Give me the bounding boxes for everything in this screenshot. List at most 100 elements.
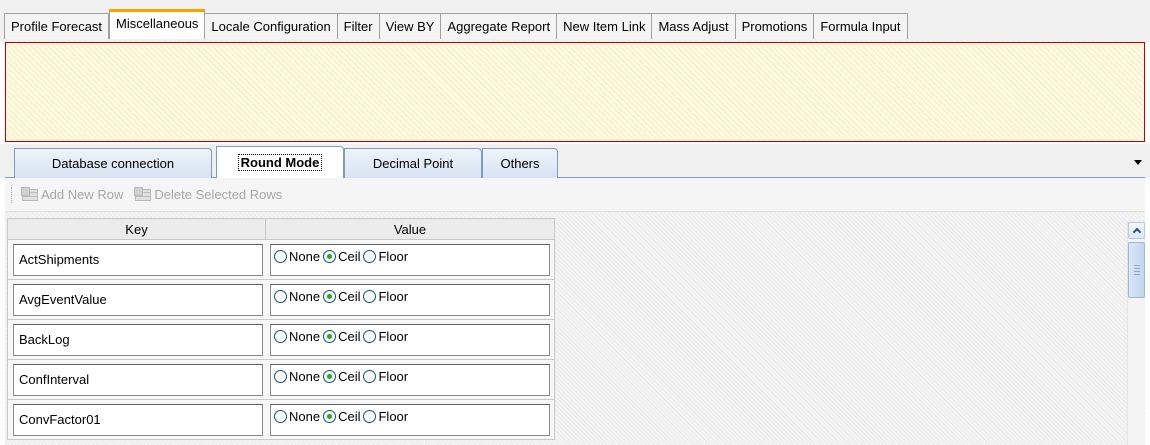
key-field[interactable]: BackLog [13, 323, 263, 356]
radio-none[interactable]: None [274, 369, 320, 384]
round-mode-radio-group: None Ceil Floor [270, 403, 550, 436]
radio-label: Ceil [338, 248, 361, 264]
delete-row-icon [134, 186, 152, 201]
column-header-value[interactable]: Value [266, 219, 554, 239]
radio-floor[interactable]: Floor [363, 249, 408, 264]
radio-none[interactable]: None [274, 329, 320, 344]
radio-label: Floor [378, 408, 409, 424]
tab-miscellaneous[interactable]: Miscellaneous [109, 9, 206, 39]
table-row[interactable]: ActShipments None Ceil Floor [7, 240, 555, 280]
radio-none[interactable]: None [274, 289, 320, 304]
radio-button-icon [323, 249, 337, 263]
radio-floor[interactable]: Floor [363, 409, 408, 424]
tab-profile-forecast[interactable]: Profile Forecast [4, 13, 110, 39]
radio-ceil[interactable]: Ceil [323, 289, 360, 304]
tab-aggregate-report[interactable]: Aggregate Report [441, 13, 558, 39]
round-mode-radio-group: None Ceil Floor [270, 363, 550, 396]
radio-label: None [289, 328, 321, 344]
key-field[interactable]: AvgEventValue [13, 283, 263, 316]
grid-area: Key Value ActShipments None Ceil Floor AvgEv… [5, 212, 1145, 445]
tab-decimal-point-label: Decimal Point [372, 156, 454, 171]
radio-button-icon [274, 289, 287, 303]
radio-button-icon [323, 289, 337, 303]
radio-label: None [289, 288, 321, 304]
grid-toolbar: Add New Row Delete Selected Rows [5, 178, 1145, 212]
radio-button-icon [274, 409, 287, 423]
tab-promotions[interactable]: Promotions [735, 13, 815, 39]
tab-mass-adjust[interactable]: Mass Adjust [652, 13, 736, 39]
thumb-grip-icon [1134, 265, 1140, 275]
radio-button-icon [323, 329, 337, 343]
radio-ceil[interactable]: Ceil [323, 409, 360, 424]
radio-button-icon [363, 369, 377, 383]
radio-label: None [289, 368, 321, 384]
radio-button-icon [363, 249, 377, 263]
round-mode-grid: Key Value ActShipments None Ceil Floor AvgEv… [7, 218, 555, 440]
tab-filter[interactable]: Filter [337, 13, 380, 39]
table-row[interactable]: AvgEventValue None Ceil Floor [7, 280, 555, 320]
tab-new-item-link[interactable]: New Item Link [557, 13, 653, 39]
radio-none[interactable]: None [274, 409, 320, 424]
scroll-thumb[interactable] [1128, 242, 1145, 298]
radio-label: Ceil [338, 288, 361, 304]
radio-button-icon [363, 289, 377, 303]
scroll-up-button[interactable] [1128, 222, 1145, 239]
key-field[interactable]: ActShipments [13, 243, 263, 276]
toolbar-grip-icon[interactable] [11, 186, 14, 203]
radio-none[interactable]: None [274, 249, 320, 264]
round-mode-radio-group: None Ceil Floor [270, 323, 550, 356]
table-row[interactable]: ConfInterval None Ceil Floor [7, 360, 555, 400]
radio-label: Ceil [338, 328, 361, 344]
radio-label: Floor [378, 248, 409, 264]
table-row[interactable]: BackLog None Ceil Floor [7, 320, 555, 360]
radio-button-icon [323, 409, 337, 423]
radio-label: Floor [378, 328, 409, 344]
tab-decimal-point[interactable]: Decimal Point [344, 148, 482, 178]
table-row[interactable]: ConvFactor01 None Ceil Floor [7, 400, 555, 440]
tab-database-connection[interactable]: Database connection [14, 148, 212, 178]
delete-selected-rows-label: Delete Selected Rows [154, 187, 283, 202]
tab-overflow-dropdown-icon[interactable] [1134, 160, 1142, 165]
round-mode-radio-group: None Ceil Floor [270, 283, 550, 316]
radio-label: Floor [378, 288, 409, 304]
main-tab-strip: Profile Forecast Miscellaneous Locale Co… [0, 0, 1150, 42]
radio-floor[interactable]: Floor [363, 369, 408, 384]
tab-locale-configuration[interactable]: Locale Configuration [205, 13, 338, 39]
radio-button-icon [363, 409, 377, 423]
round-mode-radio-group: None Ceil Floor [270, 243, 550, 276]
tab-view-by[interactable]: View BY [379, 13, 442, 39]
column-header-key[interactable]: Key [8, 219, 266, 239]
chevron-up-icon [1132, 227, 1141, 237]
tab-database-connection-label: Database connection [51, 156, 175, 171]
radio-ceil[interactable]: Ceil [323, 249, 360, 264]
radio-floor[interactable]: Floor [363, 329, 408, 344]
key-field[interactable]: ConvFactor01 [13, 403, 263, 436]
tab-others-label: Others [500, 156, 540, 171]
radio-ceil[interactable]: Ceil [323, 369, 360, 384]
radio-label: Ceil [338, 368, 361, 384]
message-panel [5, 42, 1145, 142]
delete-selected-rows-button[interactable]: Delete Selected Rows [134, 186, 283, 202]
radio-button-icon [323, 369, 337, 383]
radio-floor[interactable]: Floor [363, 289, 408, 304]
grid-header: Key Value [7, 218, 555, 240]
tab-round-mode-label: Round Mode [237, 154, 323, 171]
radio-button-icon [363, 329, 377, 343]
radio-label: None [289, 408, 321, 424]
radio-label: Floor [378, 368, 409, 384]
vertical-scrollbar[interactable] [1127, 222, 1145, 445]
tab-others[interactable]: Others [482, 148, 558, 178]
radio-label: Ceil [338, 408, 361, 424]
add-new-row-button[interactable]: Add New Row [21, 186, 124, 202]
add-new-row-label: Add New Row [41, 187, 124, 202]
radio-button-icon [274, 329, 287, 343]
add-row-icon [21, 186, 38, 201]
radio-button-icon [274, 249, 287, 263]
tab-formula-input[interactable]: Formula Input [814, 13, 908, 39]
settings-tab-strip: Database connection Decimal Point Others… [0, 144, 1150, 178]
key-field[interactable]: ConfInterval [13, 363, 263, 396]
radio-ceil[interactable]: Ceil [323, 329, 360, 344]
radio-button-icon [274, 369, 287, 383]
tab-round-mode[interactable]: Round Mode [216, 146, 344, 178]
radio-label: None [289, 248, 321, 264]
